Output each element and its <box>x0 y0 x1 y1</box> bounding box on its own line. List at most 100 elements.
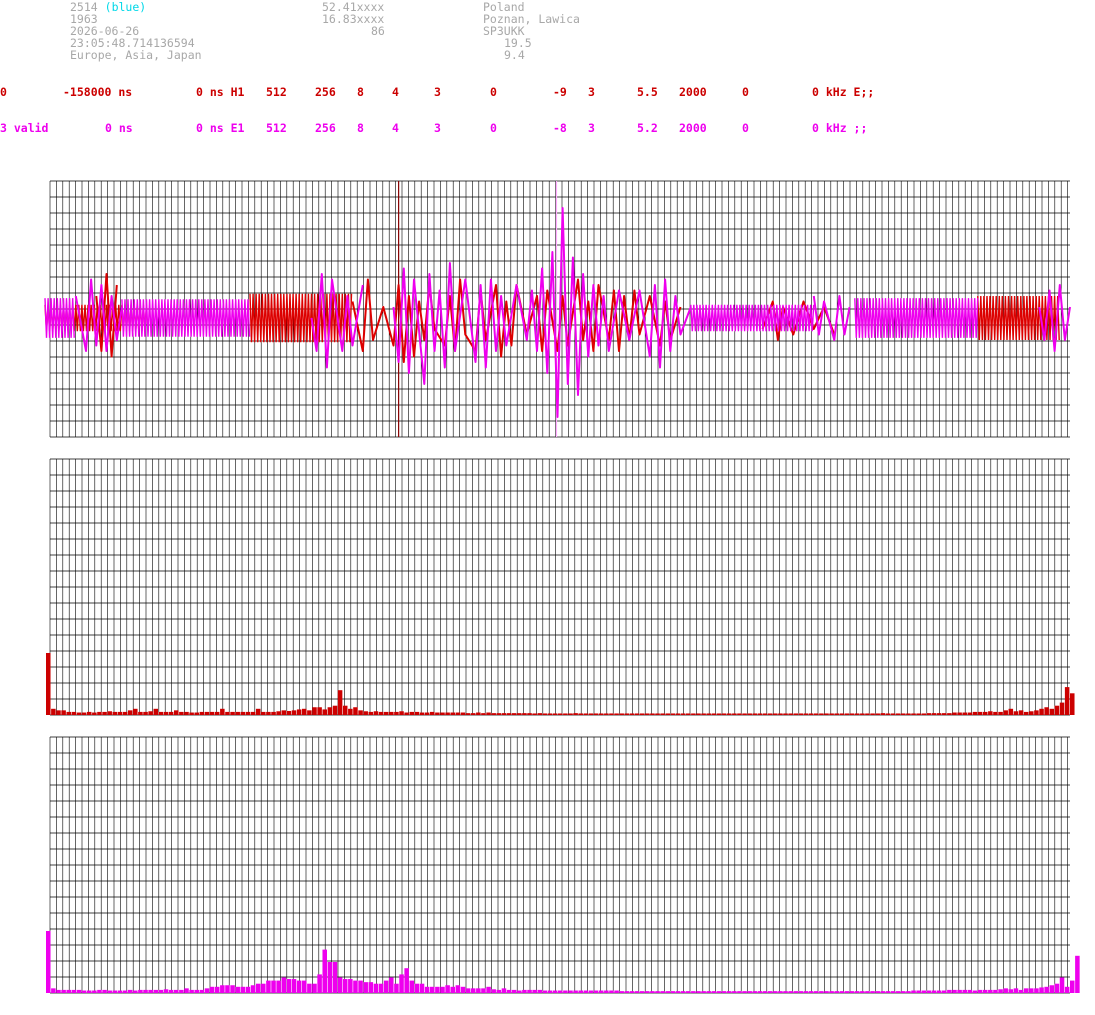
histogram-bar <box>373 711 379 715</box>
histogram-bar <box>271 980 276 993</box>
histogram-bar <box>650 713 655 715</box>
histogram-bar <box>491 989 496 993</box>
histogram-bar <box>824 991 829 993</box>
histogram-bar <box>593 990 599 993</box>
histogram-bar <box>675 991 681 993</box>
histogram-bar <box>117 990 123 993</box>
histogram-bar <box>1029 988 1034 993</box>
histogram-bar <box>906 713 911 715</box>
histogram-bar <box>834 713 839 715</box>
histogram-bar <box>383 980 389 993</box>
histogram-bar <box>158 711 164 715</box>
histogram-bar <box>440 712 445 715</box>
histogram-bar <box>342 705 348 715</box>
histogram-bar <box>214 711 220 715</box>
histogram-bar <box>204 988 210 993</box>
histogram-bar <box>936 713 942 715</box>
histogram-bar <box>660 713 665 715</box>
histogram-bar <box>389 977 394 993</box>
histogram-bar <box>798 991 804 993</box>
histogram-bar <box>767 713 773 715</box>
histogram-bar <box>107 990 112 993</box>
histogram-bar <box>906 991 911 993</box>
histogram-bar <box>829 991 834 993</box>
histogram-bar <box>189 989 194 993</box>
histogram-bar <box>558 713 563 715</box>
histogram-bar <box>92 990 97 993</box>
histogram-bar <box>665 991 671 993</box>
histogram-bar <box>814 991 819 993</box>
histogram-bar <box>76 712 82 715</box>
histogram-bar <box>1013 988 1019 993</box>
histogram-bar <box>901 991 906 993</box>
histogram-bar <box>476 988 481 993</box>
histogram-bar <box>875 713 880 715</box>
histogram-bar <box>660 991 665 993</box>
histogram-bar <box>97 711 102 715</box>
histogram-bar <box>860 713 865 715</box>
histogram-bar <box>332 705 338 715</box>
histogram-bar <box>450 986 455 993</box>
histogram-bar <box>327 962 333 993</box>
histogram-bar <box>214 986 220 993</box>
histogram-red-panel <box>46 458 1075 716</box>
histogram-bar <box>762 713 768 715</box>
histogram-bar <box>552 990 558 993</box>
histogram-bar <box>598 990 604 993</box>
histogram-bar <box>204 711 210 715</box>
histogram-bar <box>844 991 850 993</box>
histogram-bar <box>624 713 630 715</box>
histogram-bar <box>947 713 952 715</box>
histogram-bar <box>1039 708 1044 715</box>
histogram-bar <box>588 990 594 993</box>
histogram-bar <box>486 986 491 993</box>
histogram-bar <box>885 713 891 715</box>
histogram-bar <box>506 713 512 715</box>
histogram-bar <box>870 991 875 993</box>
histogram-bar <box>926 713 932 715</box>
histogram-bar <box>460 712 466 715</box>
histogram-bar <box>302 980 307 993</box>
histogram-bar <box>424 986 430 993</box>
histogram-bar <box>895 713 901 715</box>
histogram-bar <box>849 713 855 715</box>
bars <box>46 931 1080 993</box>
histogram-bar <box>767 991 773 993</box>
histogram-bar <box>486 712 491 715</box>
histogram-bar <box>1039 987 1044 993</box>
histogram-bar <box>399 974 404 993</box>
histogram-bar <box>501 713 507 715</box>
histogram-bar <box>112 990 118 993</box>
histogram-bar <box>890 713 896 715</box>
histogram-bar <box>547 990 553 993</box>
histogram-bar <box>46 653 51 715</box>
histogram-bar <box>153 708 159 715</box>
histogram-bar <box>942 713 947 715</box>
histogram-bar <box>1008 708 1014 715</box>
histogram-bar <box>307 710 312 715</box>
histogram-bar <box>1003 988 1008 993</box>
histogram-bar <box>568 990 573 993</box>
histogram-bar <box>558 990 563 993</box>
histogram-bar <box>583 713 589 715</box>
histogram-bar <box>762 991 768 993</box>
histogram-bar <box>798 713 804 715</box>
histogram-bar <box>895 991 901 993</box>
histogram-bar <box>773 991 778 993</box>
histogram-bar <box>51 708 56 715</box>
histogram-bar <box>911 713 916 715</box>
histogram-bar <box>245 986 251 993</box>
histogram-bar <box>465 713 471 715</box>
histogram-bar <box>122 711 128 715</box>
histogram-bar <box>440 986 445 993</box>
histogram-bar <box>1054 983 1060 993</box>
histogram-bar <box>890 991 896 993</box>
histogram-bar <box>399 711 404 715</box>
histogram-bar <box>158 989 164 993</box>
histogram-bar <box>527 989 532 993</box>
histogram-bar <box>901 713 906 715</box>
histogram-bar <box>470 988 476 993</box>
histogram-bar <box>655 713 660 715</box>
histogram-bar <box>312 707 317 715</box>
histogram-bar <box>1018 710 1024 715</box>
